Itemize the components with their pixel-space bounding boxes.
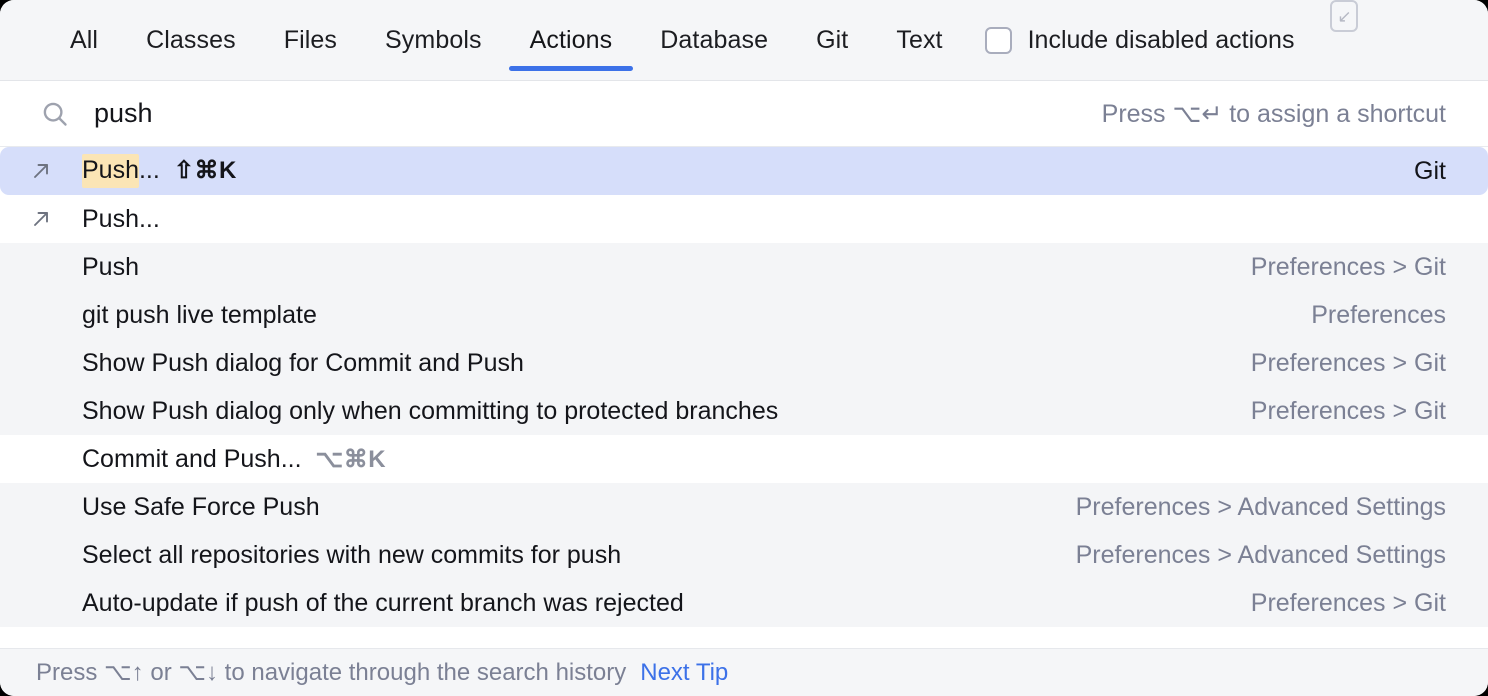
result-row[interactable]: Auto-update if push of the current branc… — [0, 579, 1488, 627]
tab-label: Files — [284, 26, 337, 55]
result-title: Show Push dialog for Commit and Push — [24, 349, 1231, 378]
result-location: Preferences — [1311, 301, 1446, 330]
result-row[interactable]: Show Push dialog for Commit and Push Pref… — [0, 339, 1488, 387]
tab-classes[interactable]: Classes — [122, 0, 260, 81]
tab-actions[interactable]: Actions — [506, 0, 637, 81]
tab-label: All — [70, 26, 98, 55]
result-title-text: Push... — [82, 205, 160, 234]
result-location: Preferences > Git — [1251, 397, 1446, 426]
search-bar: push Press ⌥↵ to assign a shortcut — [0, 81, 1488, 147]
result-match-highlight: Push — [82, 154, 139, 188]
result-row[interactable]: Select all repositories with new commits… — [0, 531, 1488, 579]
result-shortcut: ⇧⌘K — [174, 156, 237, 185]
search-input[interactable]: push — [70, 98, 1102, 129]
tab-label: Text — [896, 26, 942, 55]
include-disabled-actions-checkbox[interactable] — [985, 27, 1012, 54]
result-title: Auto-update if push of the current branc… — [24, 589, 1231, 618]
search-icon — [40, 99, 70, 129]
result-row[interactable]: git push live template Preferences — [0, 291, 1488, 339]
include-disabled-actions-label: Include disabled actions — [1028, 26, 1295, 55]
result-title: Push... — [58, 205, 1446, 234]
tab-all[interactable]: All — [46, 0, 122, 81]
result-title-text: ... — [139, 156, 160, 185]
result-title: git push live template — [24, 301, 1291, 330]
result-row[interactable]: Push Preferences > Git — [0, 243, 1488, 291]
assign-shortcut-hint: Press ⌥↵ to assign a shortcut — [1102, 99, 1446, 129]
tab-label: Symbols — [385, 26, 482, 55]
arrow-up-right-icon — [24, 207, 58, 231]
tab-text[interactable]: Text — [872, 0, 966, 81]
result-row[interactable]: Use Safe Force Push Preferences > Advance… — [0, 483, 1488, 531]
footer-hint-bar: Press ⌥↑ or ⌥↓ to navigate through the s… — [0, 648, 1488, 696]
result-title-text: Auto-update if push of the current branc… — [82, 589, 684, 618]
result-location: Preferences > Git — [1251, 349, 1446, 378]
result-location: Preferences > Git — [1251, 253, 1446, 282]
result-title-text: Show Push dialog for Commit and Push — [82, 349, 524, 378]
result-location: Preferences > Git — [1251, 589, 1446, 618]
result-row[interactable]: Push... — [0, 195, 1488, 243]
include-disabled-actions-toggle[interactable]: Include disabled actions — [985, 0, 1301, 81]
result-title-text: Show Push dialog only when committing to… — [82, 397, 778, 426]
result-title: Show Push dialog only when committing to… — [24, 397, 1231, 426]
result-title-text: Use Safe Force Push — [82, 493, 320, 522]
search-everywhere-dialog: All Classes Files Symbols Actions Database Git… — [0, 0, 1488, 696]
search-input-value: push — [94, 98, 153, 129]
result-title: Commit and Push... ⌥⌘K — [24, 445, 1446, 474]
tab-database[interactable]: Database — [636, 0, 792, 81]
tab-symbols[interactable]: Symbols — [361, 0, 506, 81]
result-title: Push... ⇧⌘K — [58, 154, 1394, 188]
arrow-up-right-icon — [24, 159, 58, 183]
result-location: Git — [1414, 157, 1446, 186]
results-list[interactable]: Push...⇧⌘KGitPush...PushPreferences > Gi… — [0, 147, 1488, 627]
result-location: Preferences > Advanced Settings — [1076, 493, 1446, 522]
result-row[interactable]: Show Push dialog only when committing to… — [0, 387, 1488, 435]
tab-files[interactable]: Files — [260, 0, 361, 81]
tab-label: Git — [816, 26, 848, 55]
result-title: Push — [24, 253, 1231, 282]
tab-label: Database — [660, 26, 768, 55]
result-title: Select all repositories with new commits… — [24, 541, 1056, 570]
result-title-text: git push live template — [82, 301, 317, 330]
tab-label: Classes — [146, 26, 236, 55]
search-history-hint: Press ⌥↑ or ⌥↓ to navigate through the s… — [36, 658, 626, 687]
result-row[interactable]: Push... ⇧⌘K Git — [0, 147, 1488, 195]
result-title-text: Commit and Push... — [82, 445, 302, 474]
result-title-text: Push — [82, 253, 139, 282]
result-shortcut: ⌥⌘K — [316, 445, 387, 474]
result-row[interactable]: Commit and Push... ⌥⌘K — [0, 435, 1488, 483]
result-location: Preferences > Advanced Settings — [1076, 541, 1446, 570]
enter-key-hint-icon: ↙ — [1330, 0, 1358, 32]
result-title-text: Select all repositories with new commits… — [82, 541, 621, 570]
next-tip-link[interactable]: Next Tip — [640, 659, 728, 687]
tab-label: Actions — [530, 26, 613, 55]
tab-bar: All Classes Files Symbols Actions Database Git… — [0, 0, 1488, 81]
result-title: Use Safe Force Push — [24, 493, 1056, 522]
tab-git[interactable]: Git — [792, 0, 872, 81]
